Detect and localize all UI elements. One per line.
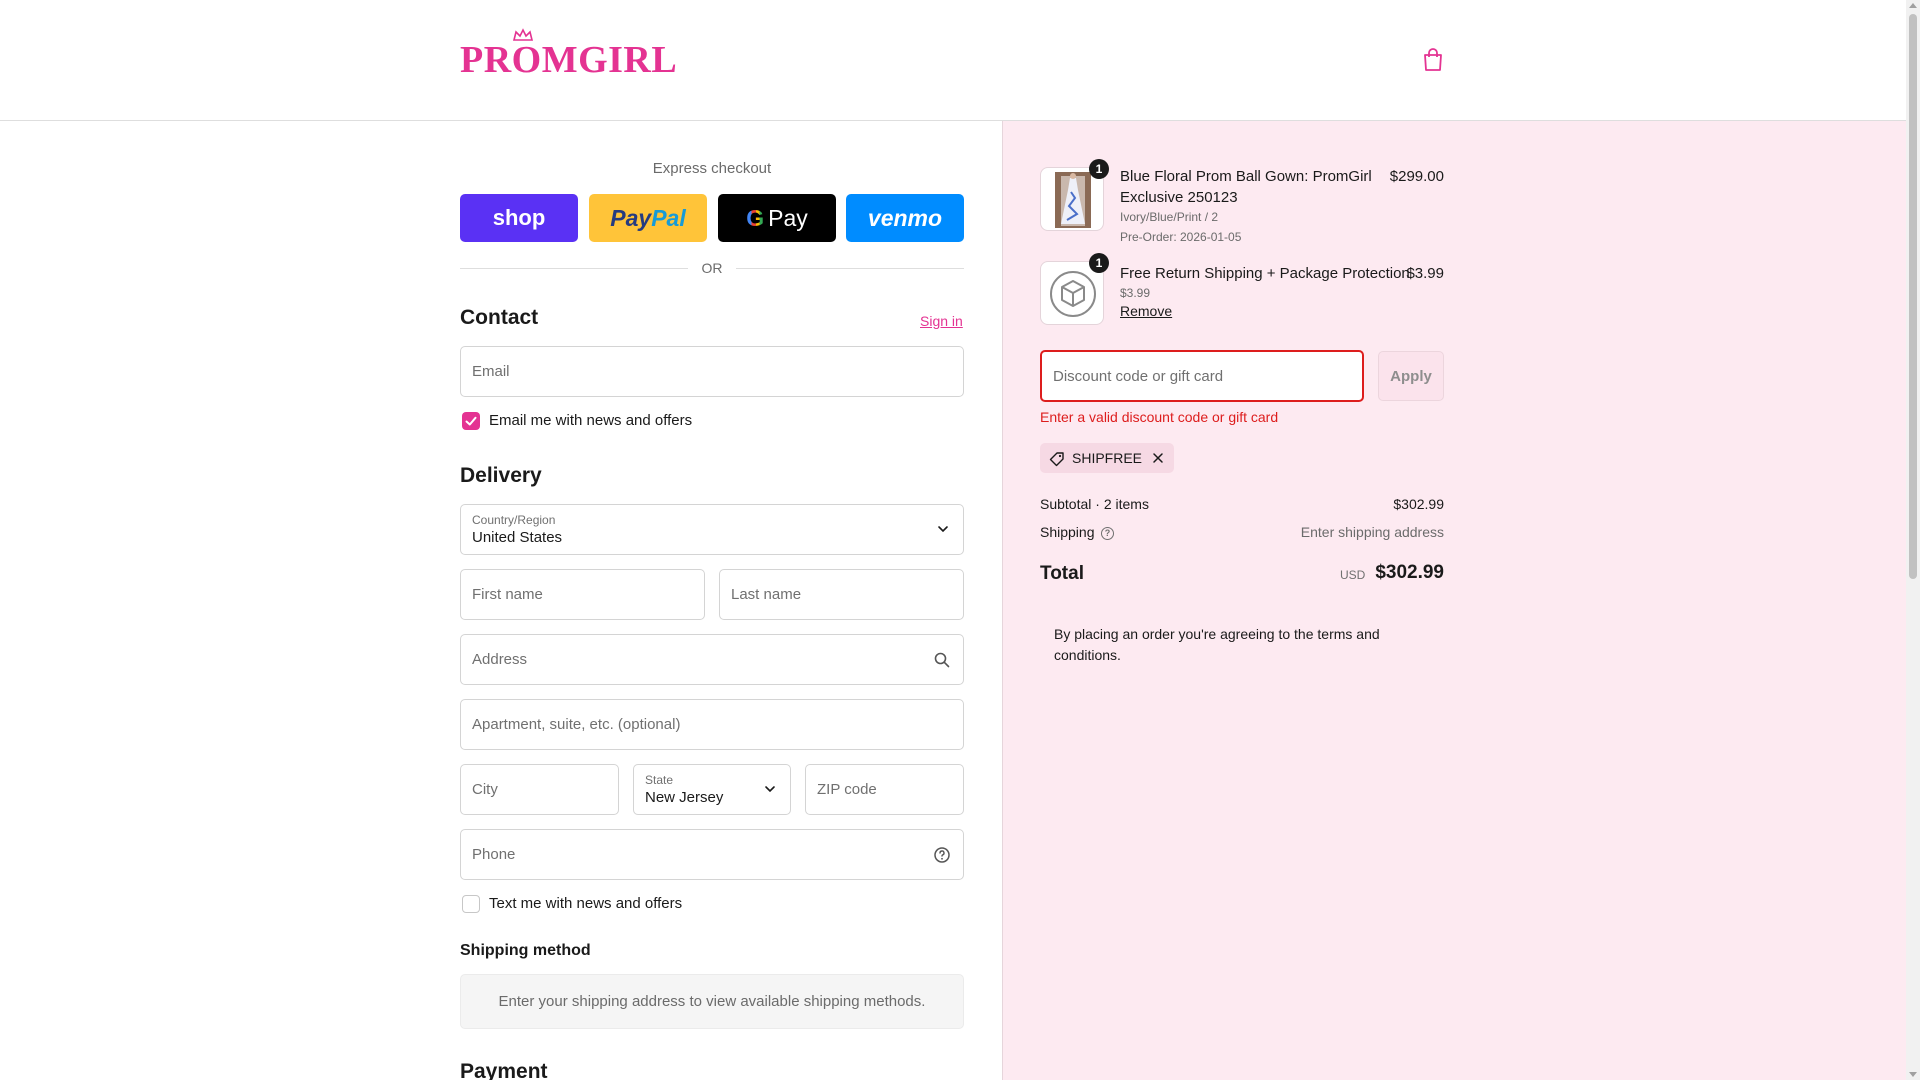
text-news-checkbox[interactable] (462, 895, 480, 913)
scroll-up-arrow-icon[interactable] (1909, 3, 1917, 8)
paypal-label-pay: Pay (610, 204, 652, 231)
zip-placeholder: ZIP code (817, 781, 877, 798)
address-field[interactable]: Address (460, 634, 964, 685)
checkmark-icon (465, 416, 477, 426)
country-value: United States (472, 529, 563, 546)
google-pay-button[interactable]: G Pay (718, 194, 836, 242)
google-g-icon: G (746, 204, 765, 231)
state-label: State (645, 773, 674, 787)
state-select[interactable]: State New Jersey (633, 764, 791, 815)
last-name-placeholder: Last name (731, 586, 802, 603)
shop-pay-button[interactable]: shop (460, 194, 578, 242)
page-scrollbar[interactable] (1906, 0, 1920, 1080)
item-title-line1: Free Return Shipping + Package Protectio… (1120, 265, 1410, 282)
item-price: $299.00 (1389, 168, 1444, 185)
apartment-placeholder: Apartment, suite, etc. (optional) (472, 716, 681, 733)
divider-right (736, 268, 964, 269)
shop-pay-label: shop (492, 205, 546, 230)
shopping-bag-icon[interactable] (1422, 48, 1444, 72)
venmo-label: venmo (867, 204, 943, 231)
shipping-method-text: Enter your shipping address to view avai… (498, 993, 926, 1010)
terms-notice: By placing an order you're agreeing to t… (1054, 626, 1380, 663)
address-placeholder: Address (472, 651, 528, 668)
currency-code: USD (1340, 568, 1366, 582)
discount-code-input[interactable]: Discount code or gift card (1040, 350, 1364, 402)
paypal-label-pal: Pal (651, 204, 686, 231)
phone-placeholder: Phone (472, 846, 516, 863)
scrollbar-thumb[interactable] (1909, 14, 1917, 579)
site-header: PROMGIRL (0, 0, 1906, 121)
state-value: New Jersey (645, 789, 724, 806)
discount-error-message: Enter a valid discount code or gift card (1040, 409, 1279, 425)
last-name-field[interactable]: Last name (719, 569, 964, 620)
shipping-label: Shipping (1040, 524, 1095, 540)
chevron-down-icon (765, 786, 775, 793)
search-icon (934, 652, 950, 668)
country-select[interactable]: Country/Region United States (460, 504, 964, 555)
total-label: Total (1040, 563, 1084, 584)
delivery-title: Delivery (460, 464, 542, 487)
email-field[interactable]: Email (460, 346, 964, 397)
total-value: $302.99 (1375, 562, 1444, 583)
item-variant: $3.99 (1120, 286, 1151, 300)
crown-icon (512, 28, 534, 41)
product-thumbnail-protection: 1 (1040, 253, 1109, 325)
quantity-badge: 1 (1089, 253, 1109, 273)
city-placeholder: City (472, 781, 498, 798)
subtotal-label: Subtotal · 2 items (1040, 496, 1149, 512)
logo-text: PROMGIRL (460, 39, 678, 81)
discount-code-label: SHIPFREE (1072, 450, 1143, 466)
shipping-help-icon[interactable]: ? (1101, 527, 1114, 540)
city-field[interactable]: City (460, 764, 619, 815)
item-variant: Ivory/Blue/Print / 2 (1120, 210, 1219, 224)
item-title-line2: Exclusive 250123 (1120, 189, 1238, 206)
first-name-field[interactable]: First name (460, 569, 705, 620)
first-name-placeholder: First name (472, 586, 543, 603)
item-price: $3.99 (1406, 265, 1444, 282)
country-label: Country/Region (472, 513, 556, 527)
item-preorder-note: Pre-Order: 2026-01-05 (1120, 230, 1242, 244)
shipping-value: Enter shipping address (1300, 524, 1444, 540)
item-title-line1: Blue Floral Prom Ball Gown: PromGirl (1120, 168, 1372, 185)
apartment-field[interactable]: Apartment, suite, etc. (optional) (460, 699, 964, 750)
payment-title: Payment (460, 1060, 548, 1080)
product-thumbnail-gown: 1 (1040, 159, 1109, 231)
help-icon[interactable] (933, 846, 951, 864)
venmo-button[interactable]: venmo (846, 194, 964, 242)
discount-placeholder: Discount code or gift card (1053, 368, 1224, 385)
text-news-label: Text me with news and offers (489, 895, 683, 912)
email-news-label: Email me with news and offers (489, 412, 693, 429)
shipping-method-title: Shipping method (460, 942, 591, 959)
remove-item-link[interactable]: Remove (1120, 303, 1172, 319)
or-label: OR (701, 260, 723, 276)
shipping-method-message: Enter your shipping address to view avai… (460, 974, 964, 1029)
applied-discount-tag: SHIPFREE (1040, 443, 1174, 473)
sign-in-link[interactable]: Sign in (920, 313, 963, 329)
zip-field[interactable]: ZIP code (805, 764, 964, 815)
express-checkout-title: Express checkout (652, 160, 772, 177)
chevron-down-icon (938, 526, 948, 533)
email-placeholder: Email (472, 363, 510, 380)
phone-field[interactable]: Phone (460, 829, 964, 880)
google-pay-label: Pay (768, 204, 808, 231)
subtotal-value: $302.99 (1393, 496, 1444, 512)
scroll-down-arrow-icon[interactable] (1909, 1072, 1917, 1077)
apply-discount-button[interactable]: Apply (1378, 351, 1444, 401)
apply-label: Apply (1390, 367, 1432, 385)
close-icon[interactable] (1152, 452, 1164, 464)
promgirl-logo[interactable]: PROMGIRL (460, 28, 678, 82)
tag-icon (1049, 452, 1064, 467)
paypal-button[interactable]: Pay Pal (589, 194, 707, 242)
contact-title: Contact (460, 306, 539, 329)
email-news-checkbox[interactable] (462, 412, 480, 430)
divider-left (460, 268, 688, 269)
quantity-badge: 1 (1089, 159, 1109, 179)
